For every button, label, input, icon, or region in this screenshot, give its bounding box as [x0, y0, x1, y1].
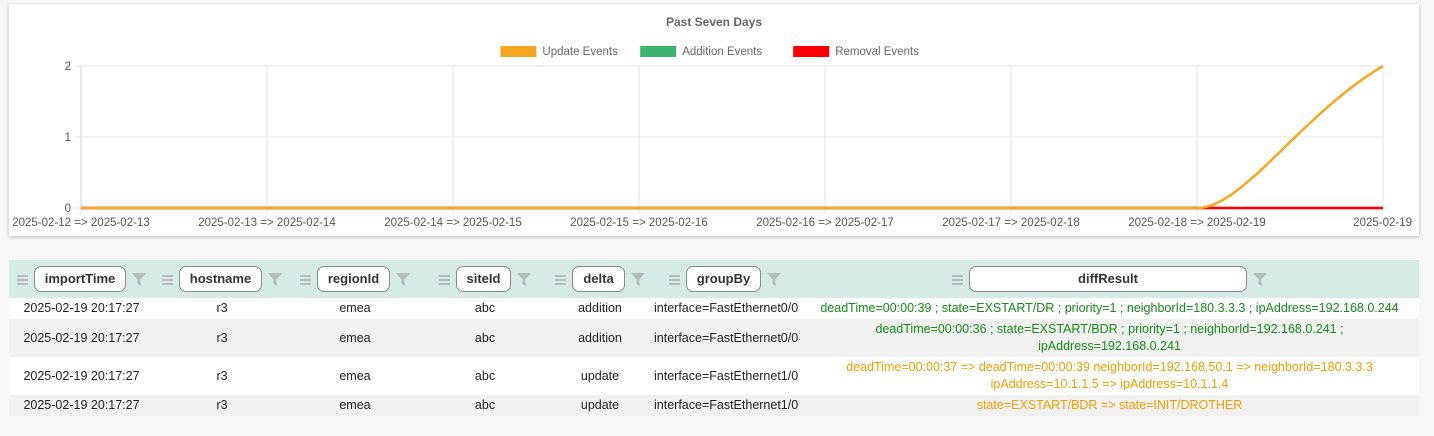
sort-button-groupby[interactable]: groupBy	[685, 266, 762, 292]
x-tick-label: 2025-02-19	[1353, 217, 1412, 229]
cell-delta: update	[580, 368, 620, 383]
table-row[interactable]: 2025-02-19 20:17:27 r3 emea abc update i…	[9, 395, 1419, 416]
cell-diffresult: state=EXSTART/BDR => state=INIT/DROTHER	[976, 398, 1243, 412]
cell-groupby: interface=FastEthernet0/0	[654, 301, 799, 315]
column-menu-icon[interactable]	[555, 274, 567, 285]
column-header-hostname: hostname	[154, 260, 290, 298]
cell-delta: addition	[578, 330, 622, 345]
filter-icon[interactable]	[132, 272, 147, 286]
column-menu-icon[interactable]	[299, 274, 311, 285]
cell-importtime: 2025-02-19 20:17:27	[23, 301, 140, 315]
legend-item[interactable]: Removal Events	[793, 46, 919, 58]
chart-legend[interactable]: Update Events Addition Events Removal Even…	[500, 46, 919, 58]
filter-icon[interactable]	[1253, 272, 1267, 286]
column-header-groupby: groupBy	[650, 260, 800, 298]
cell-delta: update	[580, 398, 620, 412]
column-header-importtime: importTime	[9, 260, 154, 298]
cell-siteid: abc	[474, 301, 496, 315]
events-chart-card: Past Seven Days Update Events Addition Ev…	[9, 4, 1419, 236]
column-header-regionid: regionId	[290, 260, 420, 298]
sort-button-importtime[interactable]: importTime	[33, 266, 127, 292]
x-tick-label: 2025-02-12 => 2025-02-13	[12, 217, 149, 229]
table-header-row: importTime hostname regionId siteId delt…	[9, 260, 1419, 298]
cell-diffresult: deadTime=00:00:37 => deadTime=00:00:39 n…	[846, 360, 1373, 391]
chart-grid	[75, 65, 1384, 214]
column-menu-icon[interactable]	[161, 274, 173, 285]
column-header-siteid: siteId	[420, 260, 550, 298]
events-line-chart: Past Seven Days Update Events Addition Ev…	[12, 15, 1412, 229]
legend-item[interactable]: Update Events	[500, 46, 618, 58]
y-tick-label: 2	[65, 61, 71, 73]
column-header-delta: delta	[550, 260, 650, 298]
legend-item[interactable]: Addition Events	[640, 46, 762, 58]
y-tick-label: 1	[65, 132, 71, 144]
cell-groupby: interface=FastEthernet1/0	[654, 398, 799, 412]
sort-button-diffresult[interactable]: diffResult	[969, 266, 1247, 292]
cell-importtime: 2025-02-19 20:17:27	[23, 330, 140, 345]
cell-hostname: r3	[216, 398, 228, 412]
diff-table-wrap: importTime hostname regionId siteId delt…	[9, 260, 1419, 416]
filter-icon[interactable]	[268, 272, 283, 286]
filter-icon[interactable]	[767, 272, 782, 286]
cell-siteid: abc	[474, 398, 496, 412]
cell-siteid: abc	[474, 368, 496, 383]
cell-groupby: interface=FastEthernet1/0	[654, 368, 799, 383]
cell-hostname: r3	[216, 330, 228, 345]
legend-label: Removal Events	[835, 46, 919, 58]
filter-icon[interactable]	[630, 272, 645, 286]
sort-button-regionid[interactable]: regionId	[316, 266, 391, 292]
column-menu-icon[interactable]	[668, 274, 680, 285]
x-tick-label: 2025-02-13 => 2025-02-14	[198, 217, 336, 229]
x-tick-label: 2025-02-18 => 2025-02-19	[1128, 217, 1265, 229]
x-tick-label: 2025-02-14 => 2025-02-15	[384, 217, 521, 229]
cell-regionid: emea	[339, 330, 371, 345]
column-header-diffresult: diffResult	[800, 260, 1419, 298]
chart-title: Past Seven Days	[666, 15, 762, 29]
legend-label: Addition Events	[682, 46, 762, 58]
cell-hostname: r3	[216, 368, 228, 383]
legend-swatch	[500, 46, 537, 57]
x-tick-label: 2025-02-16 => 2025-02-17	[756, 217, 893, 229]
diff-table: importTime hostname regionId siteId delt…	[9, 260, 1419, 416]
chart-ticks: 0 1 2 2025-02-12 => 2025-02-13 2025-02-13 =>…	[12, 61, 1412, 229]
column-menu-icon[interactable]	[16, 274, 28, 285]
cell-regionid: emea	[339, 398, 371, 412]
cell-regionid: emea	[339, 368, 371, 383]
legend-label: Update Events	[542, 46, 618, 58]
legend-swatch	[640, 46, 677, 57]
sort-button-delta[interactable]: delta	[572, 266, 625, 292]
sort-button-siteid[interactable]: siteId	[455, 266, 512, 292]
y-tick-label: 0	[65, 203, 71, 215]
cell-importtime: 2025-02-19 20:17:27	[23, 398, 140, 412]
table-row[interactable]: 2025-02-19 20:17:27 r3 emea abc addition…	[9, 319, 1419, 357]
cell-delta: addition	[578, 301, 622, 315]
cell-diffresult: deadTime=00:00:36 ; state=EXSTART/BDR ; …	[875, 322, 1344, 353]
cell-siteid: abc	[474, 330, 496, 345]
column-menu-icon[interactable]	[438, 274, 450, 285]
filter-icon[interactable]	[517, 272, 532, 286]
table-row[interactable]: 2025-02-19 20:17:27 r3 emea abc addition…	[9, 298, 1419, 319]
filter-icon[interactable]	[396, 272, 411, 286]
legend-swatch	[793, 46, 830, 57]
column-menu-icon[interactable]	[952, 274, 963, 285]
table-row[interactable]: 2025-02-19 20:17:27 r3 emea abc update i…	[9, 357, 1419, 395]
cell-diffresult: deadTime=00:00:39 ; state=EXSTART/DR ; p…	[820, 301, 1399, 315]
x-tick-label: 2025-02-17 => 2025-02-18	[942, 217, 1079, 229]
cell-hostname: r3	[216, 301, 228, 315]
cell-regionid: emea	[339, 301, 371, 315]
sort-button-hostname[interactable]: hostname	[178, 266, 263, 292]
cell-importtime: 2025-02-19 20:17:27	[23, 368, 140, 383]
cell-groupby: interface=FastEthernet0/0	[654, 330, 799, 345]
x-tick-label: 2025-02-15 => 2025-02-16	[570, 217, 707, 229]
